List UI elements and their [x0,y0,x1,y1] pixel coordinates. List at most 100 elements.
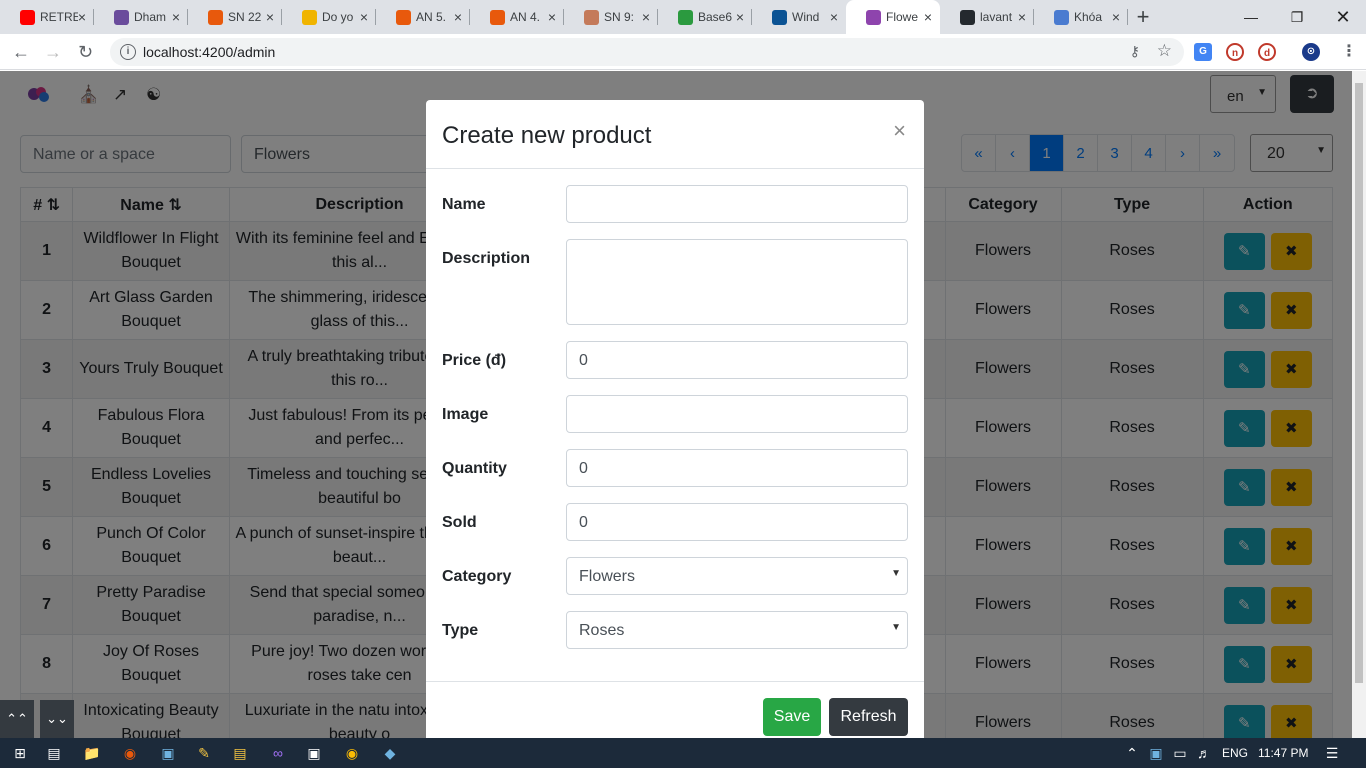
tab-close-icon[interactable]: × [1112,9,1120,25]
browser-tab[interactable]: lavant × [940,0,1034,34]
chevron-up-icon[interactable]: ⌃ [1122,743,1142,763]
tab-close-icon[interactable]: × [78,9,86,25]
file-explorer-icon[interactable]: 📁 [82,743,102,763]
modal-header: Create new product × [426,100,924,169]
scroll-top-button[interactable]: ⌃⌃ [0,700,34,738]
clock[interactable]: 11:47 PM [1258,746,1308,760]
app-icon[interactable]: ◉ [120,743,140,763]
tab-close-icon[interactable]: × [736,9,744,25]
price-input[interactable]: 0 [566,341,908,379]
site-icon [114,10,129,25]
browser-tab[interactable]: Base6 × [658,0,752,34]
tab-close-icon[interactable]: × [924,9,932,25]
app-icon[interactable]: ◆ [380,743,400,763]
info-icon[interactable]: i [120,44,136,60]
chevron-down-icon: ▼ [891,568,901,579]
site-icon [584,10,599,25]
browser-tab[interactable]: SN 9: × [564,0,658,34]
chrome-icon[interactable]: ◉ [342,743,362,763]
sold-label: Sold [442,514,477,531]
url-box[interactable]: i localhost:4200/admin ⚷ ☆ [110,38,1184,66]
tab-close-icon[interactable]: × [642,9,650,25]
modal-footer: Save Refresh [426,681,924,738]
close-icon[interactable]: × [893,118,906,144]
browser-tab[interactable]: RETRE × [0,0,94,34]
input-language[interactable]: ENG [1222,746,1248,760]
tab-close-icon[interactable]: × [266,9,274,25]
new-tab-button[interactable]: + [1128,0,1158,34]
maximize-icon[interactable]: ❐ [1274,0,1320,34]
volume-icon[interactable]: ♬ [1194,743,1214,763]
tab-close-icon[interactable]: × [830,9,838,25]
close-window-icon[interactable]: ✕ [1320,0,1366,34]
site-icon [772,10,787,25]
tab-title: Base6 [698,10,733,24]
save-button[interactable]: Save [763,698,821,736]
tab-close-icon[interactable]: × [1018,9,1026,25]
bookmark-star-icon[interactable]: ☆ [1157,41,1172,61]
sold-input[interactable]: 0 [566,503,908,541]
base64-icon [678,10,693,25]
category-select[interactable]: Flowers ▼ [566,557,908,595]
intellij-icon[interactable]: ▣ [304,743,324,763]
tab-title: SN 22 [228,10,262,24]
key-icon[interactable]: ⚷ [1130,43,1140,60]
site-icon [302,10,317,25]
tab-title: lavant [980,10,1013,24]
tab-title: AN 5. [416,10,447,24]
browser-tab[interactable]: SN 22 × [188,0,282,34]
tab-title: RETRE [40,10,78,24]
type-select-value: Roses [579,622,625,639]
network-icon[interactable]: ▭ [1170,743,1190,763]
browser-tab[interactable]: Khóa × [1034,0,1128,34]
page-scrollbar[interactable] [1352,71,1366,738]
refresh-button[interactable]: Refresh [829,698,908,736]
scrollbar-thumb[interactable] [1355,83,1363,683]
tab-title: AN 4. [510,10,541,24]
tab-close-icon[interactable]: × [454,9,462,25]
tab-close-icon[interactable]: × [172,9,180,25]
app-icon[interactable]: ✎ [194,743,214,763]
browser-tab[interactable]: Do yo × [282,0,376,34]
chevron-down-icon: ▼ [891,622,901,633]
modal-title: Create new product [442,122,652,149]
browser-tab[interactable]: Flowe × [846,0,940,34]
name-input[interactable] [566,185,908,223]
notes-icon[interactable]: ▤ [230,743,250,763]
extension-icon[interactable]: n [1226,43,1244,61]
translate-extension-icon[interactable]: G [1194,43,1212,61]
windows-start-icon[interactable]: ⊞ [10,743,30,763]
image-input[interactable] [566,395,908,433]
extension-icon[interactable]: d [1258,43,1276,61]
app-icon[interactable]: ▣ [158,743,178,763]
windows-taskbar: ⊞ ▤ 📁 ◉ ▣ ✎ ▤ ∞ ▣ ◉ ◆ ⌃ ▣ ▭ ♬ ENG 11:47 … [0,738,1366,768]
site-icon [490,10,505,25]
description-textarea[interactable] [566,239,908,325]
quantity-input[interactable]: 0 [566,449,908,487]
admin-page: ⛪ ↗ ☯ en ▼ ➲ Name or a space Flowers « ‹… [0,71,1352,738]
task-view-icon[interactable]: ▤ [44,743,64,763]
profile-avatar[interactable]: ⊙ [1302,43,1320,61]
type-label: Type [442,622,479,639]
tab-title: Khóa [1074,10,1103,24]
visual-studio-icon[interactable]: ∞ [268,743,288,763]
browser-tab[interactable]: AN 5. × [376,0,470,34]
tab-title: Wind [792,10,820,24]
tab-close-icon[interactable]: × [360,9,368,25]
type-select[interactable]: Roses ▼ [566,611,908,649]
reload-icon[interactable]: ↻ [78,42,93,63]
site-icon [208,10,223,25]
category-label: Category [442,568,512,585]
browser-tab[interactable]: Dham × [94,0,188,34]
forward-icon[interactable]: → [44,42,62,63]
notifications-icon[interactable]: ☰ [1322,743,1342,763]
browser-tab[interactable]: AN 4. × [470,0,564,34]
browser-tab[interactable]: Wind × [752,0,846,34]
tray-app-icon[interactable]: ▣ [1146,743,1166,763]
menu-dots-icon[interactable]: ⋮ [1340,43,1358,61]
scroll-bottom-button[interactable]: ⌄⌄ [40,700,74,738]
tab-close-icon[interactable]: × [548,9,556,25]
tab-title: Do yo [322,10,354,24]
minimize-icon[interactable]: — [1228,0,1274,34]
back-icon[interactable]: ← [12,42,30,63]
